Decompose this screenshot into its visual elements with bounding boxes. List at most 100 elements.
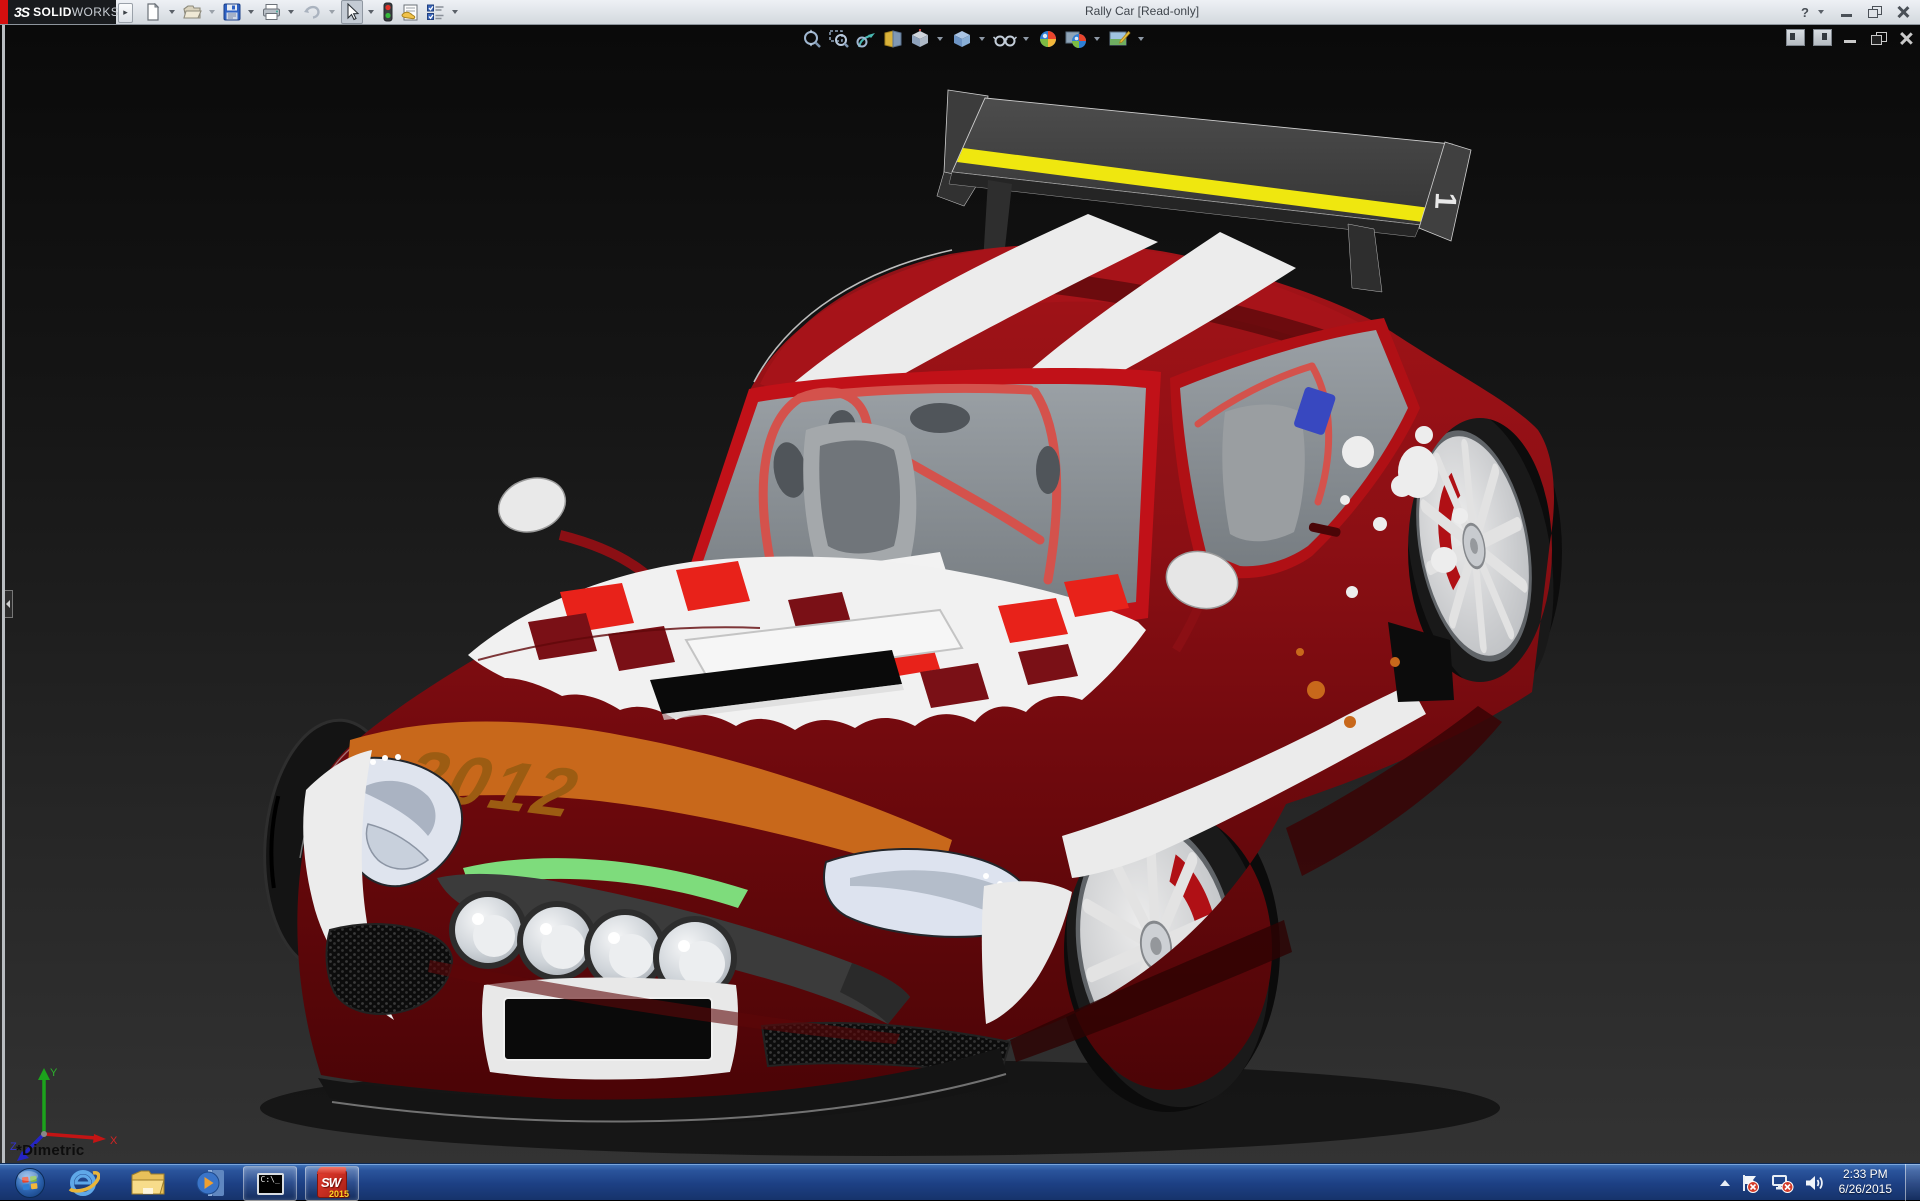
options-button[interactable]: [424, 1, 447, 23]
printer-icon: [262, 3, 281, 21]
windows-start-icon: [14, 1167, 46, 1199]
file-properties-button[interactable]: [398, 1, 422, 23]
undo-button[interactable]: [300, 1, 324, 23]
rally-car-model[interactable]: 1: [0, 24, 1920, 1163]
windows-taskbar: C:\_ SW 2015: [0, 1163, 1920, 1200]
solidworks-2015-icon: SW 2015: [317, 1170, 347, 1198]
undo-dropdown[interactable]: [329, 10, 335, 14]
help-button[interactable]: ?: [1801, 5, 1809, 20]
undo-arrow-icon: [302, 3, 322, 21]
right-pane-toggle[interactable]: [1813, 29, 1832, 46]
document-minimize-button[interactable]: [1840, 30, 1860, 46]
brand-works: WORKS: [72, 5, 119, 19]
featuremanager-collapse-tab[interactable]: [5, 590, 13, 618]
left-pane-toggle[interactable]: [1786, 29, 1805, 46]
headsup-view-toolbar: [800, 28, 1148, 50]
previous-view-button[interactable]: [854, 28, 878, 50]
new-button[interactable]: [142, 1, 164, 23]
graphics-area[interactable]: 1: [0, 24, 1920, 1163]
folder-icon: [129, 1168, 167, 1198]
menu-expand-button[interactable]: ▸: [118, 3, 133, 23]
internet-explorer-icon: [66, 1167, 100, 1199]
open-button[interactable]: [181, 1, 204, 23]
start-button[interactable]: [12, 1166, 48, 1199]
hide-show-items-button[interactable]: [992, 28, 1018, 50]
view-settings-button[interactable]: [1107, 28, 1133, 50]
triad-y-label: Y: [50, 1067, 58, 1079]
apply-scene-button[interactable]: [1063, 28, 1089, 50]
minimize-button[interactable]: [1836, 3, 1858, 21]
brand-solid: SOLID: [33, 5, 72, 19]
print-button[interactable]: [260, 1, 283, 23]
section-view-button[interactable]: [881, 28, 905, 50]
new-dropdown[interactable]: [169, 10, 175, 14]
network-status-icon[interactable]: [1770, 1172, 1794, 1194]
save-floppy-icon: [223, 3, 241, 21]
section-view-icon: [882, 29, 904, 49]
volume-icon[interactable]: [1803, 1172, 1825, 1194]
show-hidden-icons-button[interactable]: [1720, 1180, 1730, 1186]
view-orientation-dropdown[interactable]: [937, 37, 943, 41]
system-tray: [1720, 1164, 1825, 1201]
clock-date: 6/26/2015: [1839, 1182, 1892, 1197]
action-center-flag-icon[interactable]: [1739, 1172, 1761, 1194]
help-dropdown[interactable]: [1818, 10, 1824, 14]
document-close-button[interactable]: [1896, 30, 1916, 46]
edit-appearance-button[interactable]: [1036, 28, 1060, 50]
options-dropdown[interactable]: [452, 10, 458, 14]
hide-show-items-icon: [993, 29, 1017, 49]
open-dropdown[interactable]: [209, 10, 215, 14]
left-mirror[interactable]: [492, 470, 650, 578]
view-settings-icon: [1108, 29, 1132, 49]
view-orientation-button[interactable]: [908, 28, 932, 50]
solidworks-logo: 3S SOLIDWORKS: [0, 0, 116, 24]
view-settings-dropdown[interactable]: [1138, 37, 1144, 41]
window-controls: ?: [1801, 0, 1914, 24]
previous-view-icon: [855, 29, 877, 49]
triad-x-label: X: [110, 1135, 118, 1147]
rebuild-button[interactable]: [380, 1, 396, 23]
file-properties-icon: [400, 3, 420, 22]
title-bar: 3S SOLIDWORKS ▸: [0, 0, 1920, 25]
logo-mark: 3S: [14, 4, 29, 20]
display-style-button[interactable]: [950, 28, 974, 50]
document-title: Rally Car [Read-only]: [1085, 4, 1199, 18]
new-document-icon: [144, 3, 162, 21]
options-checklist-icon: [426, 3, 445, 21]
document-window-controls: [1786, 29, 1916, 46]
media-player-icon: [194, 1167, 228, 1199]
zoom-to-fit-icon: [801, 29, 823, 49]
select-dropdown[interactable]: [368, 10, 374, 14]
select-button[interactable]: [341, 0, 363, 24]
zoom-to-area-button[interactable]: [827, 28, 851, 50]
clock-time: 2:33 PM: [1839, 1167, 1892, 1182]
apply-scene-dropdown[interactable]: [1094, 37, 1100, 41]
taskbar-windows-explorer[interactable]: [126, 1166, 170, 1199]
apply-scene-icon: [1064, 29, 1088, 49]
display-style-icon: [951, 29, 973, 49]
save-button[interactable]: [221, 1, 243, 23]
view-orientation-icon: [909, 29, 931, 49]
save-dropdown[interactable]: [248, 10, 254, 14]
logo-red-stripe: [0, 0, 8, 24]
select-cursor-icon: [344, 3, 360, 21]
zoom-to-fit-button[interactable]: [800, 28, 824, 50]
wing-number: 1: [1428, 192, 1462, 210]
view-orientation-label: *Dimetric: [16, 1142, 85, 1159]
taskbar-media-player[interactable]: [190, 1166, 232, 1199]
taskbar-clock[interactable]: 2:33 PM 6/26/2015: [1839, 1167, 1892, 1197]
hide-show-items-dropdown[interactable]: [1023, 37, 1029, 41]
show-desktop-button[interactable]: [1905, 1164, 1920, 1201]
solidworks-window: 3S SOLIDWORKS ▸: [0, 0, 1920, 1200]
display-style-dropdown[interactable]: [979, 37, 985, 41]
restore-button[interactable]: [1864, 3, 1886, 21]
document-restore-button[interactable]: [1868, 30, 1888, 46]
taskbar-internet-explorer[interactable]: [62, 1166, 104, 1199]
traffic-light-icon: [382, 2, 394, 22]
zoom-to-area-icon: [828, 29, 850, 49]
standard-toolbar: [142, 0, 464, 24]
print-dropdown[interactable]: [288, 10, 294, 14]
taskbar-solidworks-2015[interactable]: SW 2015: [305, 1166, 359, 1201]
close-button[interactable]: [1892, 3, 1914, 21]
taskbar-command-prompt[interactable]: C:\_: [243, 1166, 297, 1201]
